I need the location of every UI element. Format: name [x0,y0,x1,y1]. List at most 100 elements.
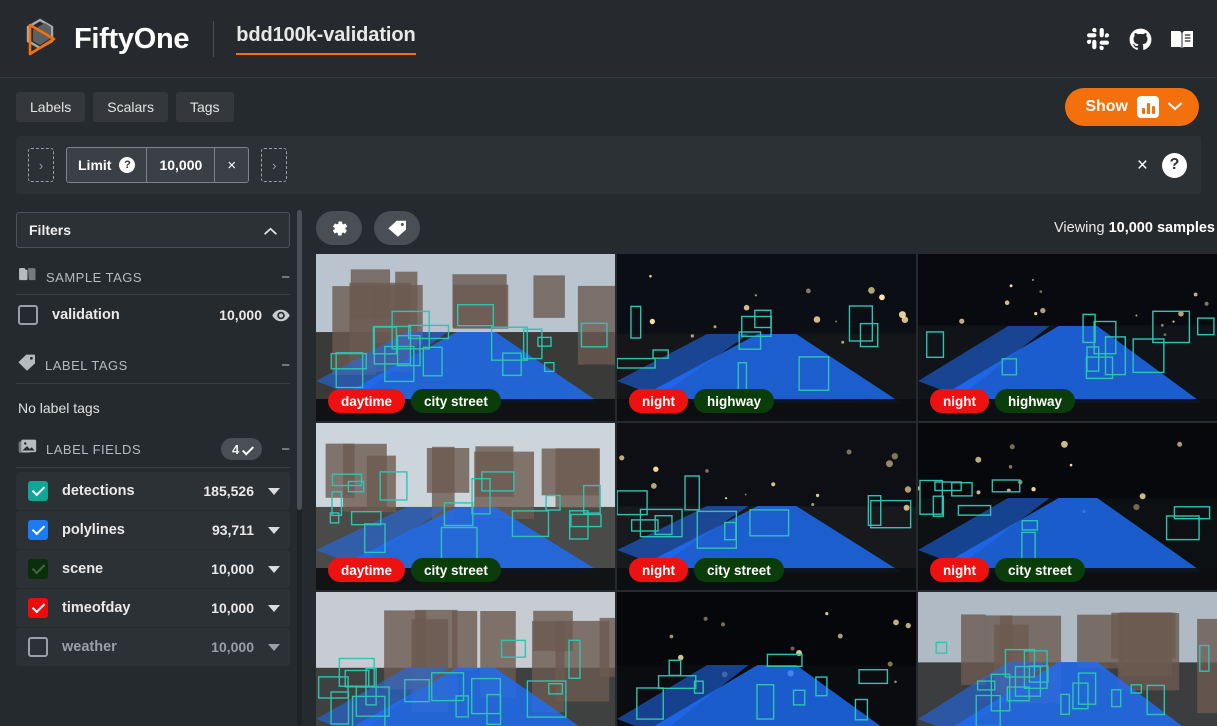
collapse-minus-icon[interactable]: − [281,270,290,285]
tab-scalars[interactable]: Scalars [93,92,168,122]
sample-thumbnail[interactable]: night city street [617,592,916,726]
view-stage-limit: Limit ? 10,000 × [66,147,250,183]
label-field-row-detections[interactable]: detections 185,526 [16,472,290,510]
label-fields-header[interactable]: LABEL FIELDS 4 − [16,424,304,467]
header-icon-group [1085,26,1195,52]
bar-chart-icon [1137,96,1159,118]
label-field-name: detections [62,483,135,499]
viewing-count-label: Viewing 10,000 samples [1054,220,1217,236]
scene-chip: highway [995,389,1076,413]
label-field-row-polylines[interactable]: polylines 93,711 [16,511,290,549]
scene-chip: highway [694,389,775,413]
sample-label-chips: night highway [930,389,1076,413]
sample-tag-count: 10,000 [219,307,262,323]
chevron-up-icon [264,222,277,238]
label-field-name: polylines [62,522,125,538]
label-fields-divider [16,467,290,468]
sample-image [918,592,1217,726]
sample-label-chips: night city street [930,558,1085,582]
eye-icon[interactable] [272,306,290,324]
label-fields-selected-count: 4 [232,441,240,457]
view-stage-name: Limit [78,157,112,173]
label-field-name: weather [62,639,117,655]
add-stage-left-button[interactable]: › [28,148,54,182]
header-divider [213,21,215,57]
scene-checkbox[interactable] [28,559,48,579]
label-tags-title: LABEL TAGS [45,357,128,373]
chevron-down-icon[interactable] [268,487,280,495]
filters-label: Filters [29,222,72,238]
show-button[interactable]: Show [1065,88,1199,126]
sample-thumbnail[interactable]: daytime city street [918,592,1217,726]
sample-thumbnail[interactable]: daytime city street [316,254,615,421]
view-stage-help-icon[interactable]: ? [119,157,136,173]
grid-toolbar: Viewing 10,000 samples [316,202,1217,254]
label-field-row-weather[interactable]: weather 10,000 [16,628,290,666]
filters-toggle[interactable]: Filters [16,212,290,248]
chevron-down-icon[interactable] [268,643,280,651]
scene-chip: city street [411,558,501,582]
timeofday-chip: night [629,558,688,582]
sample-tags-header[interactable]: SAMPLE TAGS − [16,248,304,294]
sample-thumbnail[interactable]: night highway [617,254,916,421]
sample-thumbnail[interactable]: night city street [617,423,916,590]
view-bar-wrapper: › Limit ? 10,000 × › × ? [0,136,1217,202]
app-body: Filters SAMPLE TAGS − validation 10,000 … [0,202,1217,726]
label-field-count: 10,000 [211,639,254,655]
dataset-name[interactable]: bdd100k-validation [236,24,416,55]
view-stage-value-input[interactable]: 10,000 [146,148,215,182]
gear-icon[interactable] [316,211,362,245]
chevron-down-icon[interactable] [268,604,280,612]
sample-thumbnail[interactable]: night highway [918,254,1217,421]
label-field-count: 10,000 [211,561,254,577]
label-fields-title: LABEL FIELDS [46,441,142,457]
check-icon [245,444,251,455]
app-header: FiftyOne bdd100k-validation [0,0,1217,78]
tab-tags[interactable]: Tags [175,92,234,122]
help-icon[interactable]: ? [1162,152,1187,178]
label-field-count: 185,526 [203,483,254,499]
label-fields-list: detections 185,526 polylines 93,711 scene 10,… [16,472,304,666]
add-stage-right-button[interactable]: › [261,148,288,182]
label-field-count: 10,000 [211,600,254,616]
tag-icon[interactable] [374,211,420,245]
viewing-count: 10,000 [1108,220,1153,236]
sidebar-scrollbar-thumb[interactable] [297,210,302,510]
label-field-row-scene[interactable]: scene 10,000 [16,550,290,588]
docs-book-icon[interactable] [1169,26,1195,52]
tag-icon [18,354,36,376]
timeofday-chip: night [930,558,989,582]
sidebar-scrollbar[interactable] [297,210,302,726]
timeofday-checkbox[interactable] [28,598,48,618]
polylines-checkbox[interactable] [28,520,48,540]
label-field-row-timeofday[interactable]: timeofday 10,000 [16,589,290,627]
brand-name: FiftyOne [74,22,190,55]
sample-label-chips: daytime city street [328,389,501,413]
timeofday-chip: night [629,389,688,413]
tab-bar: Labels Scalars Tags Show [0,78,1217,136]
weather-checkbox[interactable] [28,637,48,657]
sample-grid-area: Viewing 10,000 samples daytime city stre… [304,202,1217,726]
label-fields-selected-badge[interactable]: 4 [221,438,263,460]
view-stage-close-icon[interactable]: × [214,148,249,182]
sample-thumbnail[interactable]: night city street [918,423,1217,590]
slack-icon[interactable] [1085,26,1111,52]
view-stage-label-group[interactable]: Limit ? [67,148,147,182]
sample-thumbnail[interactable]: daytime city street [316,592,615,726]
label-tags-header[interactable]: LABEL TAGS − [16,335,304,383]
sample-thumbnail[interactable]: daytime city street [316,423,615,590]
collapse-minus-icon[interactable]: − [281,358,290,373]
sample-tag-row-validation[interactable]: validation 10,000 [16,295,290,335]
viewing-suffix: samples [1156,220,1215,236]
chevron-down-icon[interactable] [268,526,280,534]
validation-checkbox[interactable] [18,305,38,325]
tab-labels[interactable]: Labels [16,92,86,122]
label-tags-empty-text: No label tags [18,400,100,416]
detections-checkbox[interactable] [28,481,48,501]
close-icon[interactable]: × [1137,156,1148,175]
github-icon[interactable] [1127,26,1153,52]
chevron-down-icon[interactable] [268,565,280,573]
collapse-minus-icon[interactable]: − [281,442,290,457]
fiftyone-logo-icon [18,16,62,62]
sample-tag-label: validation [52,307,120,323]
